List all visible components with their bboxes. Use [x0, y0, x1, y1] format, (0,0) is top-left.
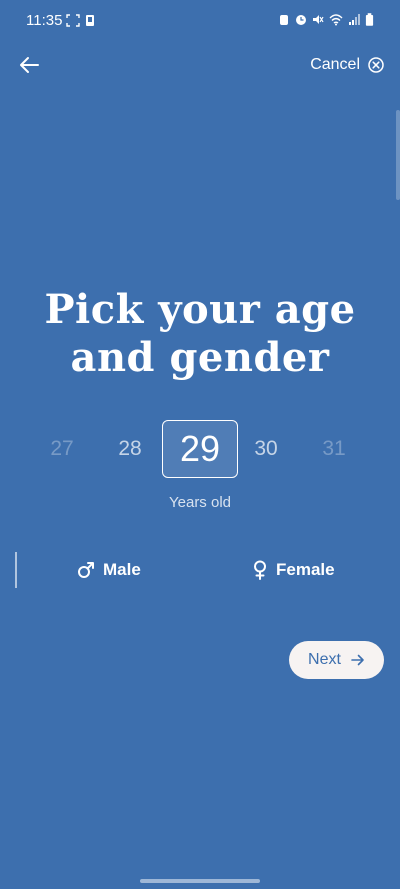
- status-bar: 11:35: [0, 0, 400, 44]
- page-title: Pick your age and gender: [0, 286, 400, 382]
- home-indicator[interactable]: [140, 879, 260, 883]
- signal-icon: [349, 14, 360, 25]
- app-notification-icon: [86, 15, 94, 26]
- age-option[interactable]: 27: [32, 420, 92, 478]
- gender-divider: [15, 552, 17, 588]
- cancel-label: Cancel: [310, 56, 360, 73]
- next-button[interactable]: Next: [289, 641, 384, 679]
- close-circle-icon: [368, 57, 384, 73]
- male-symbol-icon: [78, 562, 94, 578]
- age-option[interactable]: 28: [100, 420, 160, 478]
- age-option-selected[interactable]: 29: [162, 420, 238, 478]
- wifi-icon: [329, 14, 343, 26]
- page-title-line-2: and gender: [70, 334, 330, 381]
- next-label: Next: [308, 651, 341, 668]
- female-symbol-icon: [254, 560, 266, 580]
- status-system-icons: [278, 13, 374, 26]
- alarm-clock-icon: [296, 15, 306, 25]
- gender-male-label: Male: [103, 560, 141, 579]
- gender-female-button[interactable]: Female: [252, 556, 335, 584]
- status-time: 11:35: [26, 12, 63, 29]
- scroll-indicator[interactable]: [396, 110, 400, 200]
- screenshot-icon: [66, 14, 80, 27]
- gender-male-button[interactable]: Male: [77, 556, 141, 584]
- status-notification-icons: [66, 14, 96, 27]
- age-caption: Years old: [169, 494, 231, 511]
- page-title-line-1: Pick your age: [44, 286, 356, 333]
- battery-icon: [365, 13, 374, 26]
- back-button[interactable]: [16, 52, 42, 78]
- arrow-left-icon: [20, 57, 39, 73]
- cancel-button[interactable]: Cancel: [310, 52, 384, 78]
- alarm-icon: [280, 15, 288, 25]
- age-picker[interactable]: 27 28 29 30 31: [0, 420, 400, 480]
- mute-icon: [313, 15, 324, 24]
- arrow-right-icon: [351, 654, 364, 666]
- gender-selector: Male Female: [0, 552, 400, 588]
- top-nav: Cancel: [0, 44, 400, 84]
- age-option[interactable]: 31: [304, 420, 364, 478]
- gender-female-label: Female: [276, 560, 335, 579]
- age-option[interactable]: 30: [236, 420, 296, 478]
